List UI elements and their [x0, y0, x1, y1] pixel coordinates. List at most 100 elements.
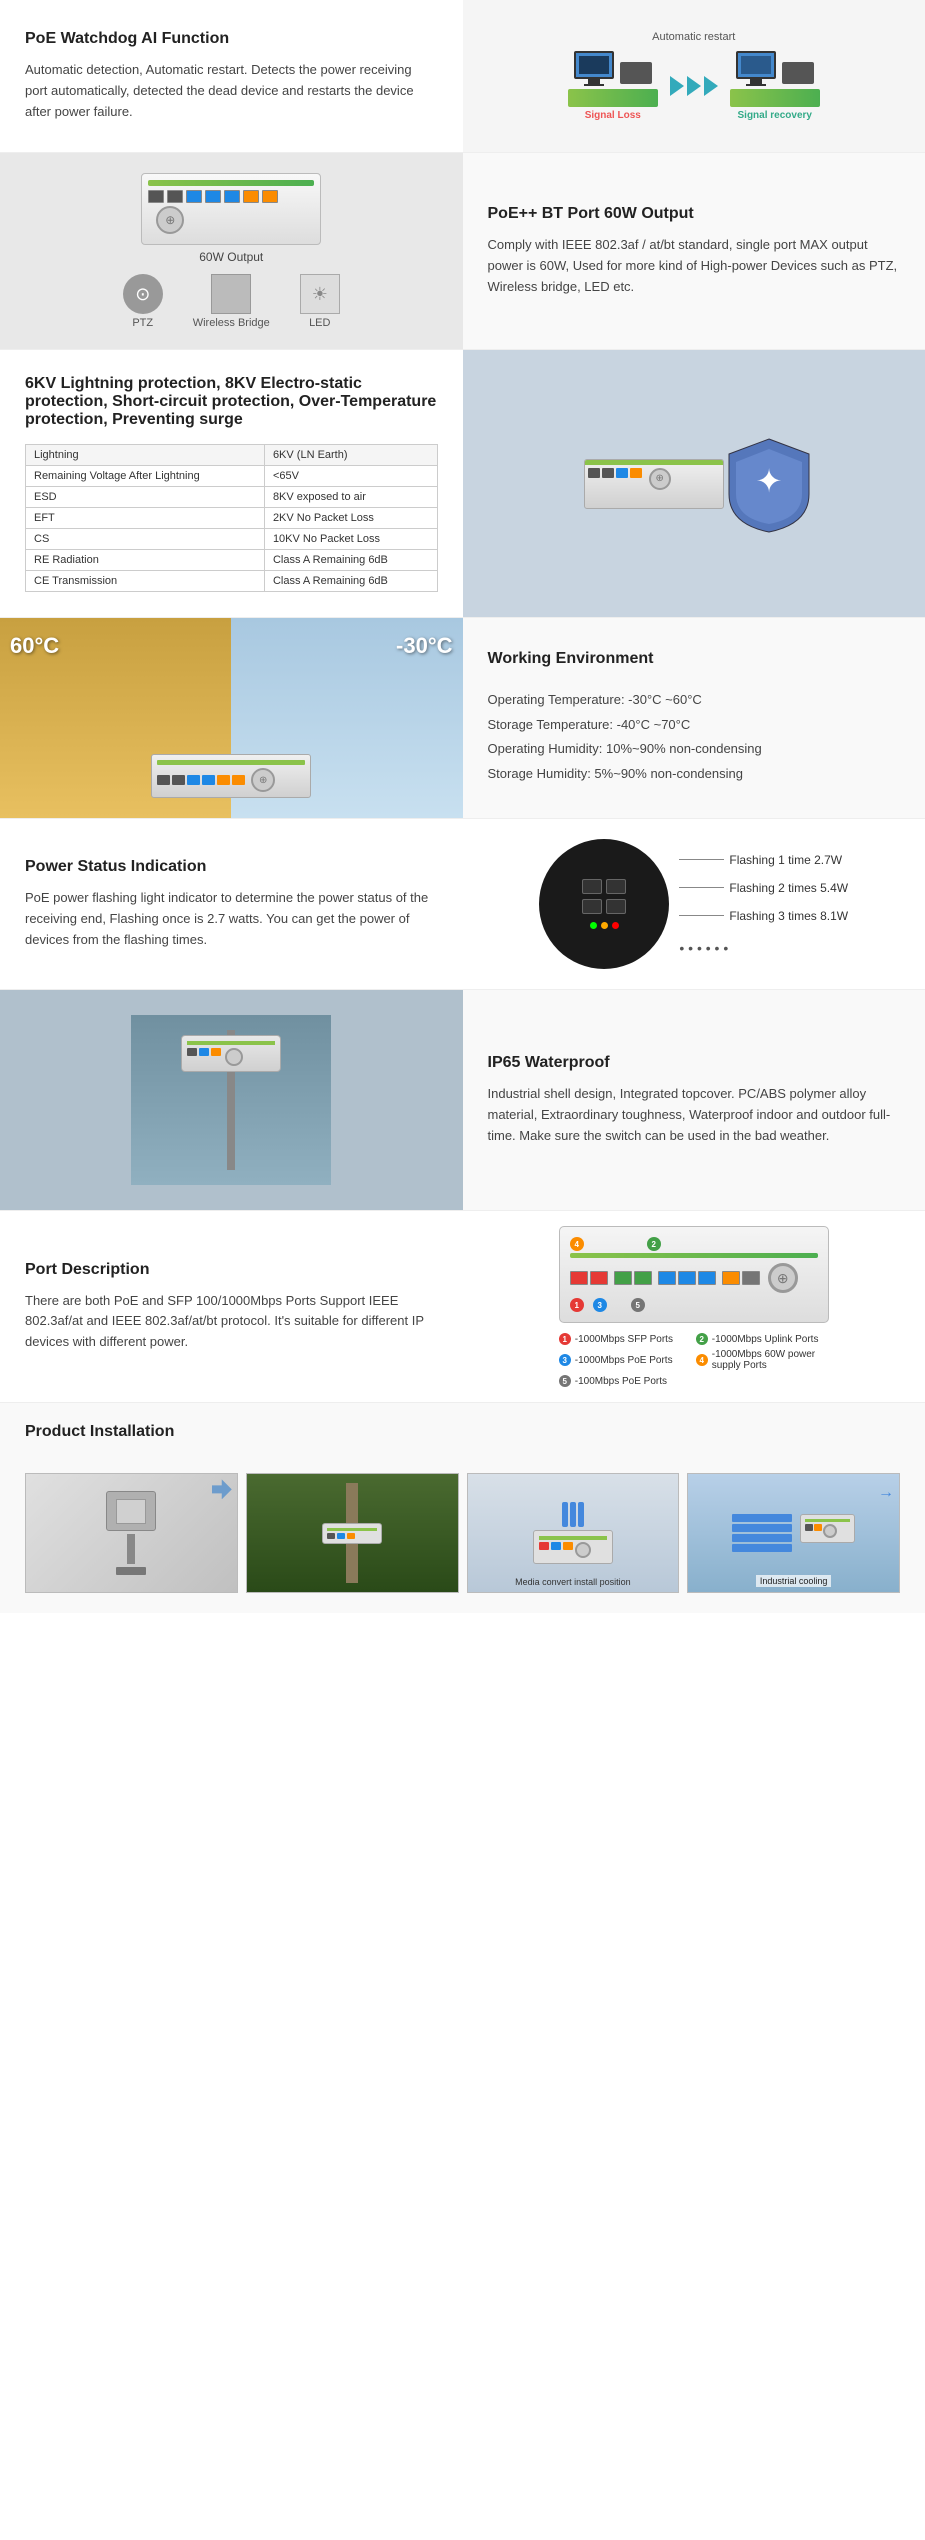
switch-media — [533, 1530, 613, 1564]
install-photo-4: → Industrial cooling — [687, 1473, 900, 1593]
watchdog-desc: Automatic detection, Automatic restart. … — [25, 60, 438, 122]
waterproof-text: IP65 Waterproof Industrial shell design,… — [463, 990, 925, 1210]
device-behind-shield: ⊕ — [584, 459, 724, 509]
protection-row-4: CS10KV No Packet Loss — [26, 529, 438, 550]
protection-row-1: Remaining Voltage After Lightning<65V — [26, 466, 438, 487]
port-jack — [582, 899, 602, 914]
indicator-4: 4 — [570, 1237, 584, 1251]
sfp-port-1 — [570, 1271, 588, 1285]
signal-recovery-label: Signal recovery — [738, 110, 812, 121]
section-waterproof: IP65 Waterproof Industrial shell design,… — [0, 990, 925, 1211]
protection-feature: CE Transmission — [26, 571, 265, 592]
wireless-bridge-label: Wireless Bridge — [193, 317, 270, 329]
cooling-visual — [732, 1514, 855, 1552]
ports-text: Port Description There are both PoE and … — [0, 1211, 463, 1402]
signal-loss-device: Signal Loss — [568, 51, 658, 121]
operating-temp: Operating Temperature: -30°C ~60°C — [488, 692, 702, 707]
signal-recovery-device: Signal recovery — [730, 51, 820, 121]
protection-spec: 6KV (LN Earth) — [264, 445, 437, 466]
power-status-title: Power Status Indication — [25, 858, 438, 876]
indicator-2: 2 — [647, 1237, 661, 1251]
signal-loss-icons — [574, 51, 652, 86]
arrow-indicator — [212, 1479, 232, 1499]
legend-color-dot: 5 — [559, 1375, 571, 1387]
environment-title: Working Environment — [488, 650, 901, 668]
led-device: ☀ LED — [300, 274, 340, 329]
legend-color-dot: 4 — [696, 1354, 708, 1366]
led-orange — [601, 922, 608, 929]
bracket-visual — [106, 1491, 156, 1575]
protection-feature: ESD — [26, 487, 265, 508]
port-jack — [582, 879, 602, 894]
legend-label: -1000Mbps Uplink Ports — [712, 1334, 819, 1345]
protection-spec: 8KV exposed to air — [264, 487, 437, 508]
environment-text: Working Environment Operating Temperatur… — [463, 618, 925, 818]
legend-label: -1000Mbps SFP Ports — [575, 1334, 673, 1345]
temp-hot: 60°C — [10, 633, 59, 659]
flash-2: Flashing 2 times 5.4W — [679, 881, 848, 895]
shield-container: ⊕ ✦ — [564, 384, 824, 584]
watchdog-text: PoE Watchdog AI Function Automatic detec… — [0, 0, 463, 152]
protection-row-0: Lightning6KV (LN Earth) — [26, 445, 438, 466]
ptz-label: PTZ — [132, 317, 153, 329]
monitor-icon-2 — [736, 51, 776, 86]
port-jack — [606, 899, 626, 914]
port-row-2 — [582, 899, 626, 914]
line-3 — [679, 915, 724, 916]
100m-port-1 — [742, 1271, 760, 1285]
flash-1: Flashing 1 time 2.7W — [679, 853, 848, 867]
outdoor-switch — [181, 1035, 281, 1072]
output-label: 60W Output — [199, 250, 263, 264]
ports-desc: There are both PoE and SFP 100/1000Mbps … — [25, 1291, 438, 1353]
section-installation: Product Installation — [0, 1403, 925, 1613]
port-indicators-top: 4 2 — [570, 1237, 818, 1251]
legend-item: 5-100Mbps PoE Ports — [559, 1375, 692, 1387]
protection-feature: RE Radiation — [26, 550, 265, 571]
port-numbers-bottom: 1 3 5 — [570, 1298, 818, 1312]
installation-title: Product Installation — [25, 1423, 900, 1441]
legend-color-dot: 1 — [559, 1333, 571, 1345]
section-ports: Port Description There are both PoE and … — [0, 1211, 925, 1403]
cables-top — [562, 1502, 584, 1527]
section-poe60w: ⊕ 60W Output ⊙ PTZ Wireless Bridge ☀ LED… — [0, 153, 925, 350]
protection-text: 6KV Lightning protection, 8KV Electro-st… — [0, 350, 463, 617]
monitor-icon — [574, 51, 614, 86]
legend-item: 2-1000Mbps Uplink Ports — [696, 1333, 829, 1345]
protection-row-5: RE RadiationClass A Remaining 6dB — [26, 550, 438, 571]
poe60w-title: PoE++ BT Port 60W Output — [488, 205, 901, 223]
section-watchdog: PoE Watchdog AI Function Automatic detec… — [0, 0, 925, 153]
protection-table: Lightning6KV (LN Earth)Remaining Voltage… — [25, 444, 438, 592]
media-install-visual — [533, 1502, 613, 1564]
arrow-group — [670, 76, 718, 96]
power-status-desc: PoE power flashing light indicator to de… — [25, 888, 438, 950]
installation-header: Product Installation — [0, 1403, 925, 1463]
protection-row-2: ESD8KV exposed to air — [26, 487, 438, 508]
all-ports: ⊕ — [570, 1263, 818, 1293]
poe60w-text: PoE++ BT Port 60W Output Comply with IEE… — [463, 153, 925, 349]
legend-label: -1000Mbps PoE Ports — [575, 1355, 673, 1366]
auto-restart-label: Automatic restart — [652, 31, 735, 43]
environment-visual: 60°C -30°C ⊕ — [0, 618, 463, 818]
environment-specs: Operating Temperature: -30°C ~60°C Stora… — [488, 688, 901, 787]
60w-port-1 — [722, 1271, 740, 1285]
poe60w-visual: ⊕ 60W Output ⊙ PTZ Wireless Bridge ☀ LED — [0, 153, 463, 349]
flash3-label: Flashing 3 times 8.1W — [729, 909, 848, 923]
protection-feature: Lightning — [26, 445, 265, 466]
ports-circle — [539, 839, 669, 969]
signal-recovery-icons — [736, 51, 814, 86]
led-indicators — [590, 922, 619, 929]
install-label-1 — [126, 1577, 136, 1587]
install-photo-3: Media convert install position — [467, 1473, 680, 1593]
protection-feature: Remaining Voltage After Lightning — [26, 466, 265, 487]
ports-title: Port Description — [25, 1261, 438, 1279]
install-label-3: Media convert install position — [515, 1577, 631, 1587]
protection-spec: <65V — [264, 466, 437, 487]
protection-feature: EFT — [26, 508, 265, 529]
legend-color-dot: 3 — [559, 1354, 571, 1366]
poe-port-2 — [678, 1271, 696, 1285]
signal-loss-label: Signal Loss — [585, 110, 641, 121]
led-green — [590, 922, 597, 929]
legend-item: 1 -1000Mbps SFP Ports — [559, 1333, 692, 1345]
uplink-port-1 — [614, 1271, 632, 1285]
legend-item: 4-1000Mbps 60W power supply Ports — [696, 1349, 829, 1371]
